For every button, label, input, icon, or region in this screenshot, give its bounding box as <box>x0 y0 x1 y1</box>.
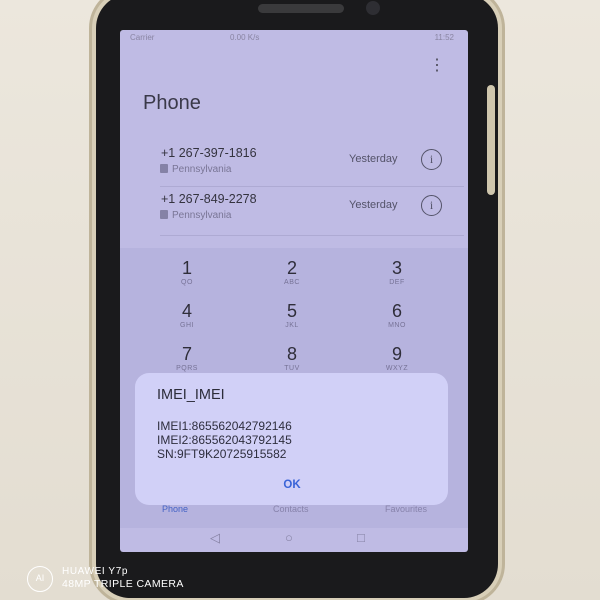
ai-logo-icon: AI <box>27 566 53 592</box>
imei1-value: IMEI1:865562042792146 <box>157 419 292 433</box>
phone-side-button <box>487 85 495 195</box>
watermark-camera: 48MP TRIPLE CAMERA <box>62 578 184 590</box>
imei-dialog: IMEI_IMEI IMEI1:865562042792146 IMEI2:86… <box>135 373 448 505</box>
serial-number-value: SN:9FT9K20725915582 <box>157 447 287 461</box>
front-camera <box>366 1 380 15</box>
imei2-value: IMEI2:865562043792145 <box>157 433 292 447</box>
phone-screen: Carrier 0.00 K/s 11:52 ⋮ Phone +1 267-39… <box>120 30 468 552</box>
watermark-device: HUAWEI Y7p <box>62 566 129 577</box>
phone-earpiece <box>258 4 344 13</box>
dialog-title: IMEI_IMEI <box>157 387 225 403</box>
ok-button[interactable]: OK <box>272 479 312 495</box>
